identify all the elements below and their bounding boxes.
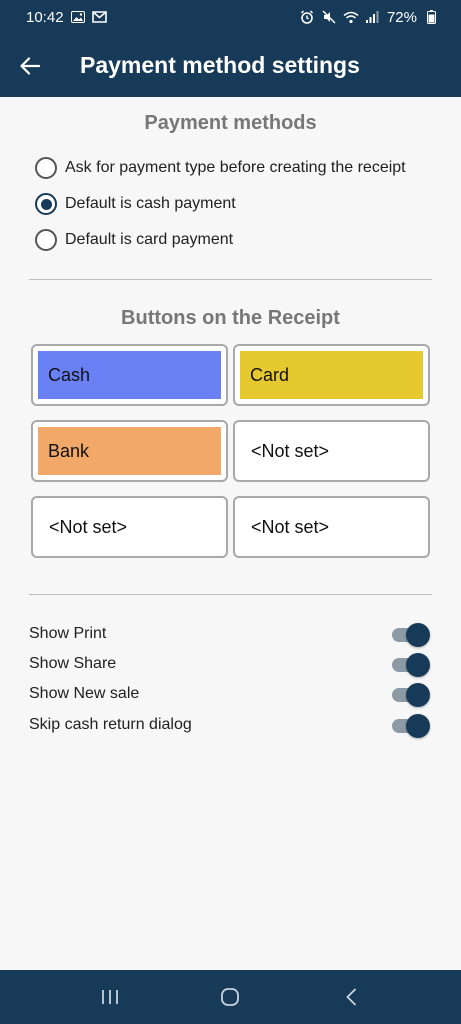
receipt-button-2[interactable]: Card xyxy=(233,344,430,406)
mute-icon xyxy=(321,9,337,25)
divider xyxy=(29,279,432,280)
recent-apps-button[interactable] xyxy=(90,977,130,1017)
radio-label: Ask for payment type before creating the… xyxy=(65,159,406,176)
status-time: 10:42 xyxy=(26,8,64,26)
show-new-sale-switch[interactable] xyxy=(392,682,430,707)
toggle-row-show-new-sale: Show New sale xyxy=(29,681,432,707)
receipt-buttons-title: Buttons on the Receipt xyxy=(121,307,340,329)
back-button[interactable] xyxy=(0,34,60,97)
radio-button[interactable] xyxy=(35,157,57,179)
receipt-button-1[interactable]: Cash xyxy=(31,344,228,406)
receipt-button-label: <Not set> xyxy=(251,516,330,537)
toggle-label: Show New sale xyxy=(29,685,140,702)
radio-button[interactable] xyxy=(35,229,57,251)
radio-label: Default is cash payment xyxy=(65,195,236,212)
radio-default-card[interactable]: Default is card payment xyxy=(35,227,233,253)
home-button[interactable] xyxy=(210,977,250,1017)
toggle-row-skip-cash-return: Skip cash return dialog xyxy=(29,712,432,738)
radio-button[interactable] xyxy=(35,193,57,215)
divider xyxy=(29,594,432,595)
chevron-left-icon xyxy=(346,988,356,1006)
receipt-button-6[interactable]: <Not set> xyxy=(233,496,430,558)
skip-cash-return-switch[interactable] xyxy=(392,713,430,738)
toggle-label: Show Print xyxy=(29,625,107,642)
receipt-button-label: Bank xyxy=(38,427,221,475)
toggle-label: Skip cash return dialog xyxy=(29,716,192,733)
radio-label: Default is card payment xyxy=(65,231,234,248)
radio-default-cash[interactable]: Default is cash payment xyxy=(35,191,236,217)
home-icon xyxy=(221,988,240,1006)
recent-apps-icon xyxy=(102,990,119,1004)
show-share-switch[interactable] xyxy=(392,652,430,677)
toggle-label: Show Share xyxy=(29,655,117,672)
payment-methods-title: Payment methods xyxy=(144,112,317,134)
radio-ask-payment-type[interactable]: Ask for payment type before creating the… xyxy=(35,155,406,181)
receipt-button-label: Card xyxy=(240,351,423,399)
status-bar: 10:42 72% xyxy=(0,0,461,34)
toggle-row-show-print: Show Print xyxy=(29,621,432,647)
system-back-button[interactable] xyxy=(331,977,371,1017)
gallery-icon xyxy=(70,9,86,25)
battery-icon xyxy=(423,9,439,25)
signal-icon xyxy=(365,9,381,25)
alarm-icon xyxy=(299,9,315,25)
receipt-button-label: <Not set> xyxy=(49,516,128,537)
page-title: Payment method settings xyxy=(80,52,360,78)
receipt-button-label: Cash xyxy=(38,351,221,399)
receipt-button-label: <Not set> xyxy=(251,440,330,461)
app-bar: Payment method settings xyxy=(0,34,461,97)
receipt-button-3[interactable]: Bank xyxy=(31,420,228,482)
arrow-left-icon xyxy=(20,56,40,75)
gmail-icon xyxy=(92,9,108,25)
battery-percent: 72% xyxy=(386,8,417,26)
system-nav-bar xyxy=(0,970,461,1024)
show-print-switch[interactable] xyxy=(392,622,430,647)
wifi-icon xyxy=(343,9,359,25)
receipt-button-4[interactable]: <Not set> xyxy=(233,420,430,482)
receipt-button-5[interactable]: <Not set> xyxy=(31,496,228,558)
toggle-row-show-share: Show Share xyxy=(29,651,432,677)
